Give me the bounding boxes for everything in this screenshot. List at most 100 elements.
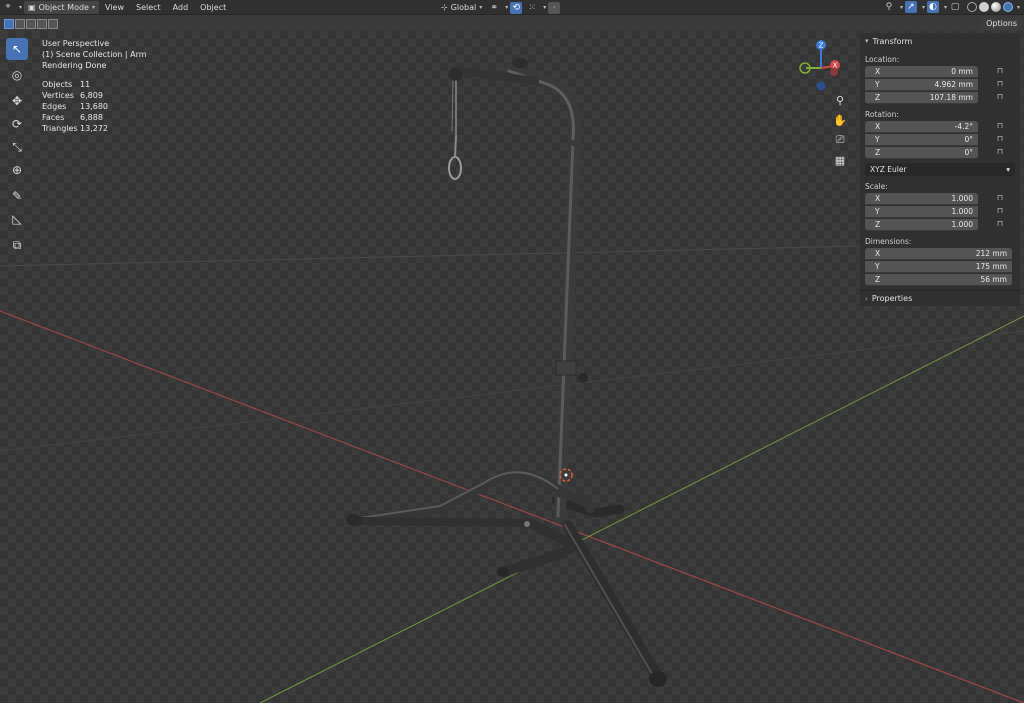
select-box-tool-icon[interactable]: ↖ [6,38,28,60]
chevron-down-icon: ▾ [91,3,95,11]
select-new-icon[interactable] [4,18,14,29]
orientation-dropdown[interactable]: ⊹ Global ▾ [437,1,486,14]
dimensions-label: Dimensions: [865,237,912,246]
rotation-label: Rotation: [865,110,899,119]
editor-type-icon[interactable]: ⌖ [2,1,14,13]
rotate-tool-icon[interactable]: ⟳ [6,113,28,135]
pan-hand-icon[interactable]: ✋ [832,112,848,128]
stat-row: Faces 6,888 [42,113,103,122]
location-y-field[interactable]: Y 4.962 mm ⊓ [865,78,1020,91]
wireframe-shading-icon[interactable] [966,2,977,12]
lock-icon[interactable]: ⊓ [993,147,1007,158]
select-subtract-icon[interactable] [26,18,36,29]
render-status: Rendering Done [42,61,107,70]
viewport-info-overlay: User Perspective (1) Scene Collection | … [42,38,147,134]
snap-chevron-icon[interactable]: ▾ [543,4,546,11]
zoom-icon[interactable]: ⚲ [832,92,848,108]
stat-row: Objects 11 [42,80,91,89]
overlays-toggle-icon[interactable]: ◐ [926,1,939,13]
lock-icon[interactable]: ⊓ [993,121,1007,132]
move-tool-icon[interactable]: ✥ [6,90,28,112]
options-button[interactable]: Options [981,17,1022,30]
guitar-stand [346,58,667,687]
menu-view[interactable]: View [99,1,130,14]
chevron-down-icon: ▾ [479,4,483,11]
material-shading-icon[interactable] [990,2,1001,12]
proportional-edit-icon[interactable]: · [548,1,561,14]
select-intersect-icon[interactable] [48,18,58,29]
gizmo-chevron-icon[interactable]: ▾ [922,4,925,11]
transform-section-header[interactable]: ▾ Transform [860,33,1020,49]
tool-shelf: ↖ ◎ ✥ ⟳ ⤡ ⊕ ✎ ◺ ⧉ [6,38,28,257]
mode-dropdown[interactable]: ▣ Object Mode ▾ [24,0,99,14]
visibility-chevron-icon[interactable]: ▾ [900,4,903,11]
mode-label: Object Mode [38,2,89,12]
tool-settings-row [0,16,1024,31]
header-center-group: ⊹ Global ▾ ⚭ ▾ ⟲ ⁙ ▾ · [437,1,562,14]
select-invert-icon[interactable] [37,18,47,29]
lock-icon[interactable]: ⊓ [993,79,1007,90]
location-label: Location: [865,55,900,64]
dimensions-z-field[interactable]: Z 56 mm [865,273,1020,286]
snap-icon[interactable]: ⟲ [510,1,523,14]
menu-select[interactable]: Select [130,1,167,14]
camera-icon[interactable]: ⎚ [832,132,848,148]
view-name: User Perspective [42,39,110,48]
scale-y-field[interactable]: Y 1.000 ⊓ [865,205,1020,218]
shading-chevron-icon[interactable]: ▾ [1017,4,1020,11]
properties-section-header[interactable]: › Properties [860,290,1020,306]
collection-name: (1) Scene Collection | Arm [42,50,147,59]
chevron-right-icon: › [865,294,868,303]
rotation-y-field[interactable]: Y 0° ⊓ [865,133,1020,146]
cursor-tool-icon[interactable]: ◎ [6,64,28,86]
dimensions-y-field[interactable]: Y 175 mm [865,260,1020,273]
scale-x-field[interactable]: X 1.000 ⊓ [865,192,1020,205]
annotate-tool-icon[interactable]: ✎ [6,185,28,207]
gizmo-neg-z-handle[interactable] [816,81,826,91]
measure-tool-icon[interactable]: ◺ [6,208,28,230]
orientation-icon: ⊹ [441,3,448,12]
header-right-group: ⚲ ▾ ↗ ▾ ◐ ▾ ▢ ▾ [881,1,1020,13]
visibility-icon[interactable]: ⚲ [883,1,895,13]
xray-toggle-icon[interactable]: ▢ [949,1,961,13]
lock-icon[interactable]: ⊓ [993,66,1007,77]
lock-icon[interactable]: ⊓ [993,219,1007,230]
location-z-field[interactable]: Z 107.18 mm ⊓ [865,91,1020,104]
menu-object[interactable]: Object [194,1,232,14]
grid-perspective-icon[interactable]: ▦ [832,152,848,168]
viewport-navigation: ⚲ ✋ ⎚ ▦ [832,92,848,172]
editor-type-chevron-icon[interactable]: ▾ [19,4,22,11]
rotation-z-field[interactable]: Z 0° ⊓ [865,146,1020,159]
chevron-down-icon: ▾ [865,37,869,45]
scale-tool-icon[interactable]: ⤡ [6,136,28,158]
solid-shading-icon[interactable] [978,2,989,12]
transform-tool-icon[interactable]: ⊕ [6,159,28,181]
lock-icon[interactable]: ⊓ [993,193,1007,204]
x-axis-line [0,310,1024,703]
gizmo-z-label: Z [819,42,824,50]
stat-row: Vertices 6,809 [42,91,103,100]
rendered-shading-icon[interactable] [1002,2,1013,12]
select-extend-icon[interactable] [15,18,25,29]
location-x-field[interactable]: X0 mm ⊓ [865,65,1020,78]
lock-icon[interactable]: ⊓ [993,92,1007,103]
gizmo-toggle-icon[interactable]: ↗ [904,1,917,13]
sidebar-transform-panel: ▾ Transform Location: X0 mm ⊓ Y 4.962 mm ⊓ … [860,33,1020,306]
scale-z-field[interactable]: Z 1.000 ⊓ [865,218,1020,231]
scale-label: Scale: [865,182,888,191]
snap-target-icon[interactable]: ⁙ [526,2,538,14]
rotation-x-field[interactable]: X -4.2° ⊓ [865,120,1020,133]
menu-add[interactable]: Add [167,1,195,14]
pivot-icon[interactable]: ⚭ [488,2,500,14]
lock-icon[interactable]: ⊓ [993,134,1007,145]
viewport-header: ⌖ ▾ ▣ Object Mode ▾ View Select Add Obje… [0,0,1024,15]
rotation-mode-dropdown[interactable]: XYZ Euler ▾ [865,163,1015,176]
lock-icon[interactable]: ⊓ [993,206,1007,217]
gizmo-neg-x-handle[interactable] [830,68,838,76]
chevron-down-icon: ▾ [1006,165,1010,174]
navigation-gizmo[interactable]: Z X [796,36,846,96]
overlays-chevron-icon[interactable]: ▾ [944,4,947,11]
dimensions-x-field[interactable]: X 212 mm [865,247,1020,260]
pivot-chevron-icon[interactable]: ▾ [505,4,508,11]
add-cube-tool-icon[interactable]: ⧉ [6,234,28,256]
